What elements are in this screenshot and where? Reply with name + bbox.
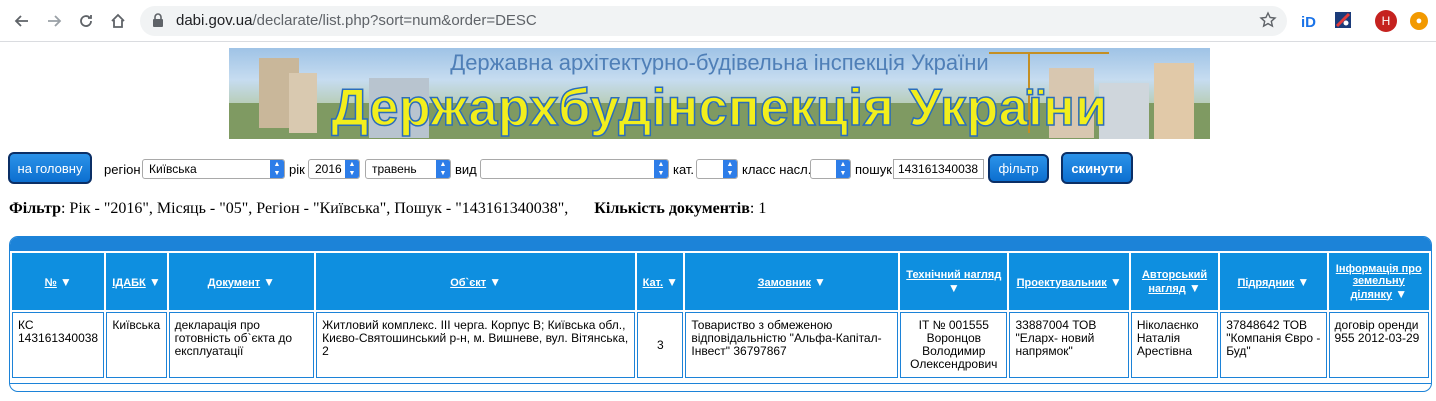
cell-land-info: договір оренди 955 2012-03-29 (1328, 312, 1429, 378)
cell-technical-supervision: ІТ № 001555 Воронцов Володимир Олексендр… (900, 312, 1008, 378)
table-bottom-line (10, 383, 1431, 384)
search-input[interactable]: 143161340038 (893, 159, 984, 179)
banner-subtitle: Державна архітектурно-будівельна інспекц… (450, 50, 989, 75)
cell-number: КС 143161340038 (12, 312, 105, 378)
sort-triangle-icon: ▼ (1297, 274, 1310, 289)
table-row: КС 143161340038 Київська декларація про … (12, 312, 1429, 378)
select-arrows-icon: ▲ ▼ (723, 160, 737, 178)
class-label: класс насл. (742, 162, 812, 177)
cell-customer: Товариство з обмеженою відповідальністю … (685, 312, 899, 378)
sort-triangle-icon: ▼ (59, 274, 72, 289)
column-header-contractor[interactable]: Підрядник ▼ (1220, 253, 1327, 310)
table-top-bar (10, 237, 1431, 251)
type-select[interactable]: ▲ ▼ (480, 159, 669, 179)
sort-triangle-icon: ▼ (489, 274, 502, 289)
cell-idabk: Київська (106, 312, 167, 378)
lock-icon (152, 13, 164, 33)
home-page-button[interactable]: на головну (8, 152, 92, 184)
column-header-idabk[interactable]: ІДАБК ▼ (106, 253, 167, 310)
table-header-row: № ▼ ІДАБК ▼ Документ ▼ Об`єкт ▼ Кат. ▼ З… (12, 253, 1429, 310)
select-arrows-icon: ▲ ▼ (836, 160, 850, 178)
category-select[interactable]: ▲ ▼ (696, 159, 738, 179)
back-arrow-icon[interactable] (10, 9, 34, 33)
region-select[interactable]: Київська ▲ ▼ (142, 159, 285, 179)
year-select[interactable]: 2016 ▲ ▼ (308, 159, 360, 179)
cell-contractor: 37848642 ТОВ "Компанія Єврo - Буд" (1220, 312, 1327, 378)
year-label: рік (289, 162, 305, 177)
extension-id-icon[interactable]: iD (1300, 10, 1322, 32)
extension-orange-icon[interactable]: ● (1410, 12, 1428, 30)
column-header-technical-supervision[interactable]: Технічний нагляд ▼ (900, 253, 1008, 310)
browser-toolbar: dabi.gov.ua/declarate/list.php?sort=num&… (0, 0, 1436, 42)
document-count-value: : 1 (749, 200, 767, 217)
profile-avatar[interactable]: H (1375, 10, 1397, 32)
sort-triangle-icon: ▼ (263, 274, 276, 289)
column-header-number[interactable]: № ▼ (12, 253, 105, 310)
sort-triangle-icon: ▼ (148, 274, 161, 289)
cell-object: Житловий комплекс. ІІІ черга. Корпус В; … (316, 312, 636, 378)
column-header-customer[interactable]: Замовник ▼ (685, 253, 899, 310)
column-header-designer[interactable]: Проектувальник ▼ (1009, 253, 1129, 310)
column-header-land-info[interactable]: Інформація про земельну ділянку ▼ (1328, 253, 1429, 310)
home-icon[interactable] (106, 9, 130, 33)
filter-summary-label: Фільтр (9, 200, 61, 217)
column-header-category[interactable]: Кат. ▼ (637, 253, 684, 310)
month-select[interactable]: травень ▲ ▼ (365, 159, 451, 179)
results-table: № ▼ ІДАБК ▼ Документ ▼ Об`єкт ▼ Кат. ▼ З… (10, 251, 1431, 380)
type-label: вид (455, 162, 477, 177)
document-count-label: Кількість документів (594, 200, 750, 217)
cell-document: декларація про готовність об`єкта до екс… (168, 312, 315, 378)
select-arrows-icon: ▲ ▼ (436, 160, 450, 178)
region-label: регіон (104, 162, 141, 177)
filter-summary-text: : Рік - "2016", Місяць - "05", Регіон - … (60, 200, 569, 217)
cell-author-supervision: Ніколаєнко Наталія Арестівна (1130, 312, 1219, 378)
reset-button[interactable]: скинути (1061, 152, 1133, 184)
reload-icon[interactable] (74, 9, 98, 33)
extension-puzzle-icon[interactable] (1333, 10, 1355, 32)
category-label: кат. (673, 162, 695, 177)
select-arrows-icon: ▲ ▼ (270, 160, 284, 178)
cell-designer: 33887004 ТОВ "Еларх- новий напрямок" (1009, 312, 1129, 378)
sort-triangle-icon: ▼ (1395, 286, 1408, 301)
bookmark-star-icon[interactable] (1259, 11, 1277, 34)
url-text: dabi.gov.ua/declarate/list.php?sort=num&… (176, 12, 537, 29)
select-arrows-icon: ▲ ▼ (654, 160, 668, 178)
results-table-container: № ▼ ІДАБК ▼ Документ ▼ Об`єкт ▼ Кат. ▼ З… (9, 236, 1432, 392)
svg-text:iD: iD (1301, 14, 1316, 31)
filter-button[interactable]: фільтр (988, 154, 1049, 183)
column-header-object[interactable]: Об`єкт ▼ (316, 253, 636, 310)
cell-category: 3 (637, 312, 684, 378)
filter-summary: Фільтр: Рік - "2016", Місяць - "05", Рег… (9, 200, 766, 218)
search-label: пошук (855, 162, 892, 177)
select-arrows-icon: ▲ ▼ (345, 160, 359, 178)
class-select[interactable]: ▲ ▼ (810, 159, 851, 179)
sort-triangle-icon: ▼ (1109, 274, 1122, 289)
sort-triangle-icon: ▼ (814, 274, 826, 289)
address-bar[interactable]: dabi.gov.ua/declarate/list.php?sort=num&… (140, 6, 1287, 36)
banner-title: Держархбудінспекція України (331, 78, 1108, 138)
sort-triangle-icon: ▼ (947, 280, 960, 295)
forward-arrow-icon[interactable] (42, 9, 66, 33)
sort-triangle-icon: ▼ (666, 274, 678, 289)
column-header-document[interactable]: Документ ▼ (168, 253, 315, 310)
sort-triangle-icon: ▼ (1188, 280, 1201, 295)
site-banner: Державна архітектурно-будівельна інспекц… (229, 48, 1210, 139)
column-header-author-supervision[interactable]: Авторський нагляд ▼ (1130, 253, 1219, 310)
